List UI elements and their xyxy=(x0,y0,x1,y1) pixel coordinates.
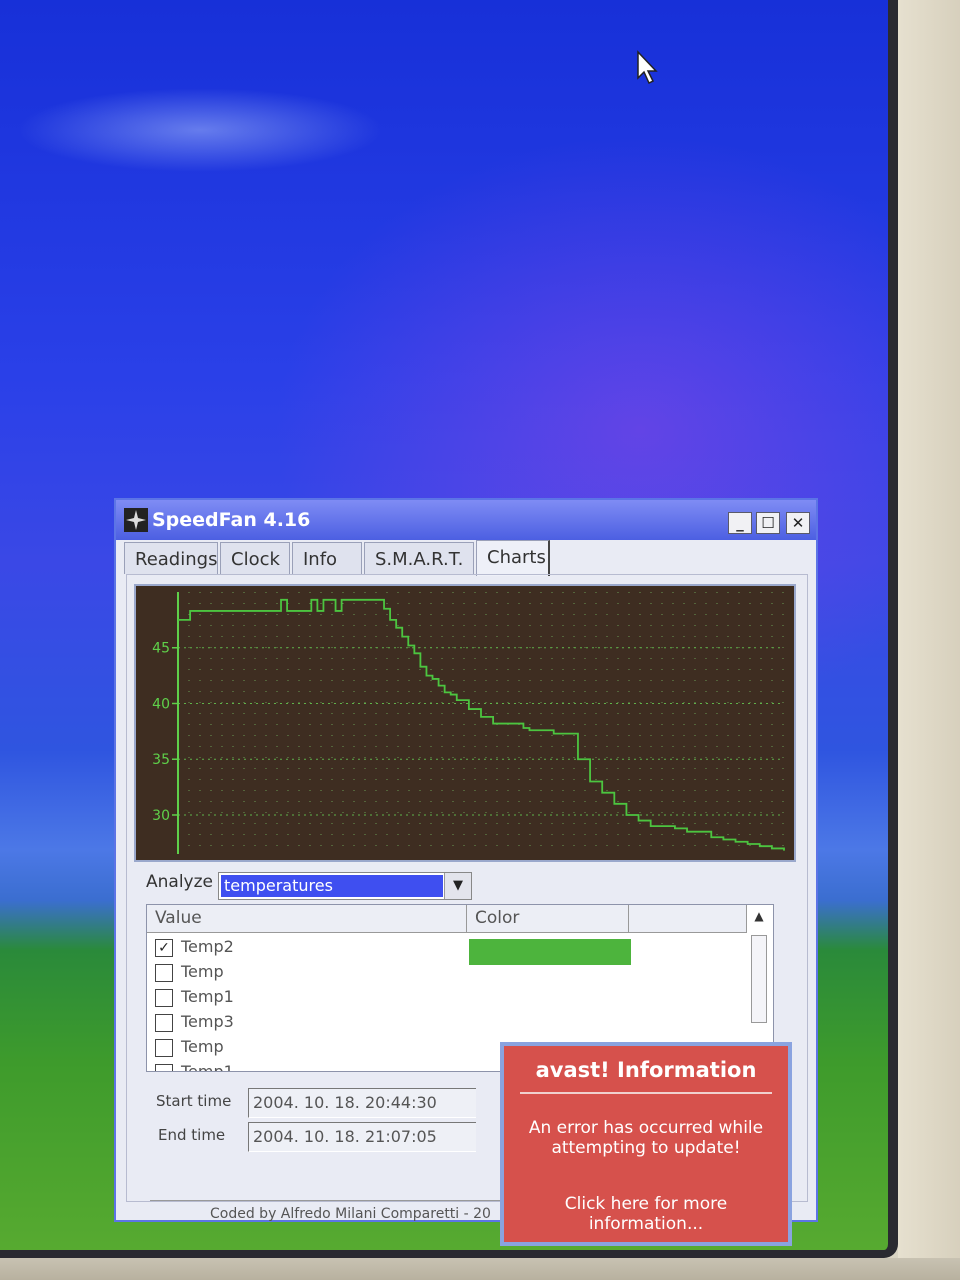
list-item[interactable]: Temp1 xyxy=(155,1062,234,1071)
maximize-button[interactable]: ☐ xyxy=(756,512,780,534)
chevron-down-icon[interactable]: ▼ xyxy=(444,873,471,899)
list-item[interactable]: Temp3 xyxy=(155,1012,234,1036)
window-title: SpeedFan 4.16 xyxy=(152,509,311,531)
avast-title: avast! Information xyxy=(535,1058,757,1082)
fan-app-icon xyxy=(124,508,148,532)
checkbox-icon[interactable] xyxy=(155,963,173,982)
y-tick-label: 45 xyxy=(152,641,170,657)
tab-clock[interactable]: Clock xyxy=(220,542,290,574)
start-time-label: Start time xyxy=(156,1092,232,1110)
y-tick-label: 35 xyxy=(152,752,170,768)
title-bar[interactable]: SpeedFan 4.16 _ ☐ ✕ xyxy=(116,500,816,540)
checkbox-icon[interactable] xyxy=(155,1038,173,1057)
list-item[interactable]: ✓ Temp2 xyxy=(155,937,234,961)
checkbox-icon[interactable] xyxy=(155,1063,173,1071)
list-item[interactable]: Temp xyxy=(155,1037,224,1061)
close-icon: ✕ xyxy=(791,514,805,532)
tab-charts[interactable]: Charts xyxy=(476,540,550,576)
temperature-chart: 30 35 40 45 xyxy=(134,584,796,862)
credits-text: Coded by Alfredo Milani Comparetti - 20 xyxy=(210,1206,491,1222)
column-header-value[interactable]: Value xyxy=(147,905,467,933)
monitor-bezel-bottom xyxy=(0,1258,960,1280)
tab-smart[interactable]: S.M.A.R.T. xyxy=(364,542,474,574)
avast-message: An error has occurred while attempting t… xyxy=(528,1118,764,1158)
scrollbar[interactable] xyxy=(751,935,767,1023)
avast-notification-popup[interactable]: avast! Information An error has occurred… xyxy=(500,1042,792,1246)
minimize-icon: _ xyxy=(736,514,744,532)
divider xyxy=(520,1092,772,1094)
monitor-bezel xyxy=(898,0,960,1280)
chart-canvas: 30 35 40 45 xyxy=(152,592,785,854)
minimize-button[interactable]: _ xyxy=(728,512,752,534)
avast-more-info-link[interactable]: Click here for more information... xyxy=(516,1194,776,1234)
analyze-dropdown[interactable]: temperatures ▼ xyxy=(218,872,472,900)
analyze-selected-value: temperatures xyxy=(221,875,443,897)
mouse-cursor-icon xyxy=(637,50,658,85)
end-time-label: End time xyxy=(158,1126,226,1144)
list-item[interactable]: Temp xyxy=(155,962,224,986)
color-swatch-temp2[interactable] xyxy=(469,939,631,965)
scroll-up-arrow-icon[interactable]: ▲ xyxy=(749,909,769,929)
maximize-icon: ☐ xyxy=(761,514,775,532)
analyze-label: Analyze xyxy=(146,872,213,892)
series-line-temp2 xyxy=(178,598,785,851)
checkbox-icon[interactable] xyxy=(155,1013,173,1032)
end-time-field[interactable]: 2004. 10. 18. 21:07:05 xyxy=(248,1122,476,1152)
y-tick-label: 40 xyxy=(152,696,170,712)
y-tick-label: 30 xyxy=(152,808,170,824)
column-header-empty xyxy=(629,905,747,933)
start-time-field[interactable]: 2004. 10. 18. 20:44:30 xyxy=(248,1088,476,1118)
close-button[interactable]: ✕ xyxy=(786,512,810,534)
checkbox-icon[interactable] xyxy=(155,988,173,1007)
tab-info[interactable]: Info xyxy=(292,542,362,574)
tab-readings[interactable]: Readings xyxy=(124,542,218,574)
checkbox-checked-icon[interactable]: ✓ xyxy=(155,938,173,957)
divider xyxy=(150,1200,500,1201)
column-header-color[interactable]: Color xyxy=(467,905,629,933)
list-item[interactable]: Temp1 xyxy=(155,987,234,1011)
